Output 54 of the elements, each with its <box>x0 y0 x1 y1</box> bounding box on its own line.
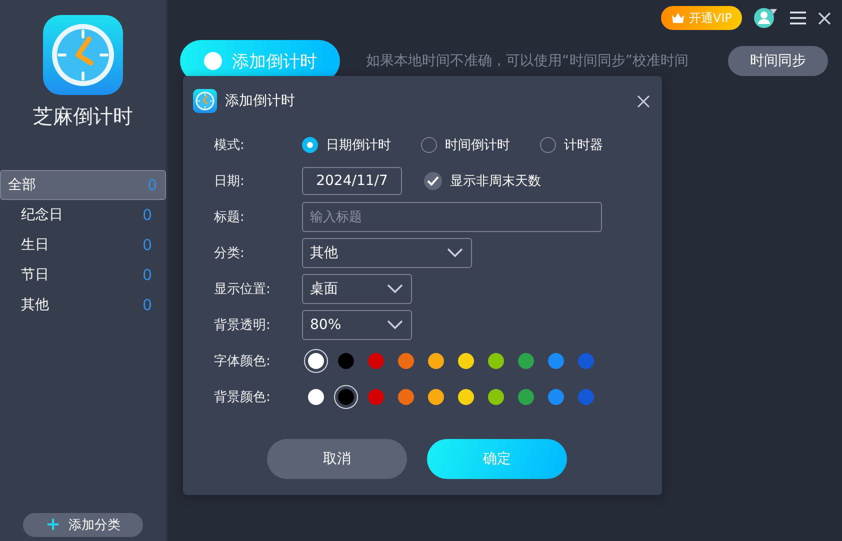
dropdown[interactable]: 其他 <box>302 238 472 268</box>
checkbox-option[interactable]: 显示非周末天数 <box>424 172 541 190</box>
sidebar-item[interactable]: 节日 0 <box>0 260 166 290</box>
sidebar-item[interactable]: 纪念日 0 <box>0 200 166 230</box>
sync-button[interactable]: 时间同步 <box>728 46 828 76</box>
sidebar-item[interactable]: 生日 0 <box>0 230 166 260</box>
color-swatch[interactable] <box>304 349 328 373</box>
field-label: 日期: <box>214 173 246 190</box>
category-label: 其他 <box>21 296 49 314</box>
date-field[interactable]: 2024/11/7 <box>302 167 402 195</box>
crown-icon <box>671 12 686 24</box>
category-label: 纪念日 <box>21 206 63 224</box>
option-label: 计时器 <box>564 137 603 154</box>
sidebar-item[interactable]: 全部 0 <box>0 170 166 200</box>
field-label: 显示位置: <box>214 281 272 298</box>
count-label: 0 <box>147 176 157 194</box>
option-label: 日期倒计时 <box>326 137 391 154</box>
category-label: 全部 <box>8 176 36 194</box>
avatar-icon[interactable] <box>754 7 778 29</box>
cancel-button[interactable]: 取消 <box>267 439 407 479</box>
radio-option[interactable]: 时间倒计时 <box>421 136 510 154</box>
count-label: 0 <box>142 296 152 314</box>
field-label: 模式: <box>214 137 246 154</box>
title-input-field[interactable]: 输入标题 <box>302 202 602 232</box>
option-label: 显示非周末天数 <box>450 173 541 190</box>
category-label: 生日 <box>21 236 49 254</box>
field-label: 分类: <box>214 245 246 262</box>
hint-text: 如果本地时间不准确，可以使用“时间同步”校准时间 <box>366 52 689 70</box>
clock-icon <box>43 15 123 95</box>
count-label: 0 <box>142 266 152 284</box>
field-label: 标题: <box>214 209 246 226</box>
count-label: 0 <box>142 236 152 254</box>
field-label: 字体颜色: <box>214 353 272 370</box>
dropdown[interactable]: 80% <box>302 310 412 340</box>
chevron-down-icon <box>387 320 403 330</box>
radio-option[interactable]: 计时器 <box>540 136 603 154</box>
chevron-down-icon <box>447 248 463 258</box>
close-icon[interactable] <box>637 94 650 108</box>
category-label: 节日 <box>21 266 49 284</box>
count-label: 0 <box>142 206 152 224</box>
option-label: 时间倒计时 <box>445 137 510 154</box>
add-category-button[interactable]: + 添加分类 <box>23 513 143 537</box>
field-label: 背景透明: <box>214 317 272 334</box>
dialog-title: 添加倒计时 <box>225 92 295 110</box>
close-icon[interactable] <box>818 12 831 24</box>
field-label: 背景颜色: <box>214 389 272 406</box>
menu-icon[interactable] <box>790 11 806 25</box>
app-title: 芝麻倒计时 <box>33 103 133 130</box>
sidebar-item[interactable]: 其他 0 <box>0 290 166 320</box>
clock-icon <box>193 89 217 113</box>
radio-option[interactable]: 日期倒计时 <box>302 136 391 154</box>
chevron-down-icon <box>387 284 403 294</box>
dropdown[interactable]: 桌面 <box>302 274 412 304</box>
color-swatch[interactable] <box>334 385 358 409</box>
